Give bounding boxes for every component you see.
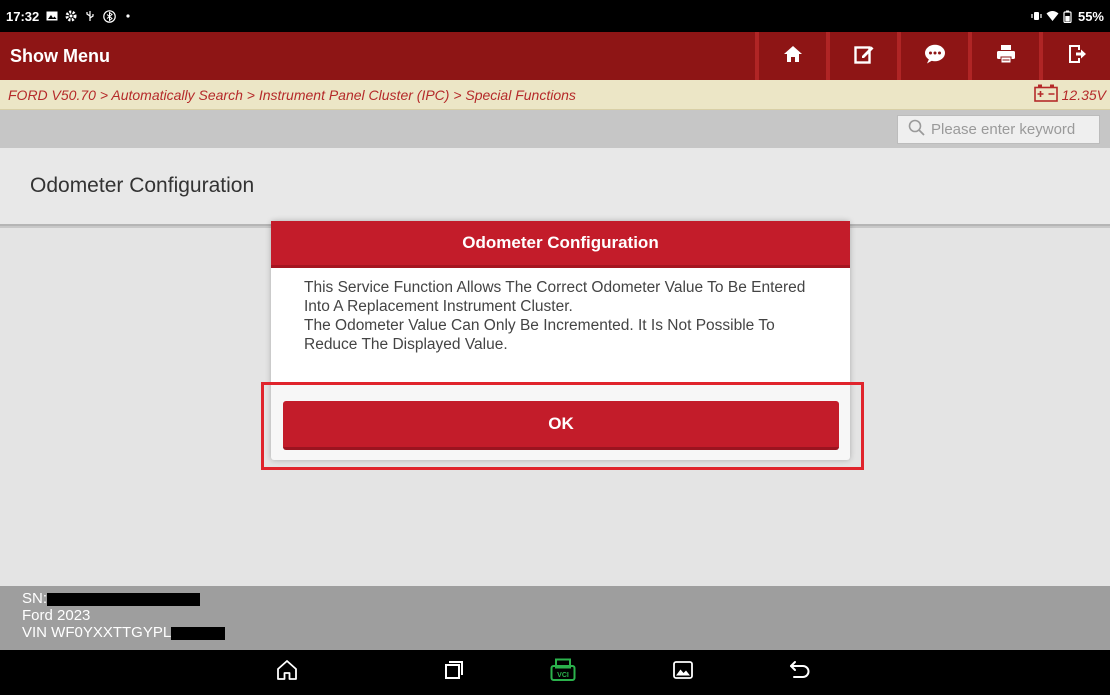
status-bar: 17:32 55%	[0, 0, 1110, 32]
dialog-title: Odometer Configuration	[271, 221, 850, 268]
chat-icon	[924, 44, 946, 69]
serial-number-label: SN:	[22, 590, 48, 607]
vin-row: VIN WF0YXXTTGYPL	[22, 624, 1110, 641]
vehicle-model: Ford 2023	[22, 607, 91, 624]
android-nav-bar: VCI	[0, 650, 1110, 695]
show-menu-title[interactable]: Show Menu	[0, 46, 110, 67]
search-input[interactable]: Please enter keyword	[897, 115, 1100, 144]
battery-icon	[1062, 10, 1074, 24]
bluetooth-icon	[103, 10, 117, 23]
print-icon	[996, 44, 1016, 69]
exit-icon	[1067, 44, 1087, 69]
toolbar	[755, 32, 1110, 80]
voltage-indicator: 12.35V	[1033, 84, 1110, 105]
ok-button[interactable]: OK	[283, 401, 839, 450]
exit-button[interactable]	[1039, 32, 1110, 80]
vibrate-icon	[1030, 10, 1042, 22]
search-icon	[908, 119, 925, 140]
search-bar: Please enter keyword	[0, 110, 1110, 148]
chat-button[interactable]	[897, 32, 968, 80]
vin-redaction	[171, 626, 226, 640]
dot-icon	[122, 10, 134, 22]
gallery-icon	[673, 660, 693, 684]
list-item-odometer-configuration[interactable]: Odometer Configuration	[0, 148, 1110, 226]
clock: 17:32	[6, 8, 40, 24]
usb-icon	[84, 10, 96, 22]
edit-button[interactable]	[826, 32, 897, 80]
vin-label: VIN WF0YXXTTGYPL	[22, 624, 172, 641]
back-icon	[789, 660, 811, 685]
breadcrumb-bar: FORD V50.70 > Automatically Search > Ins…	[0, 80, 1110, 110]
home-icon	[783, 45, 803, 68]
dialog-message-line-1: This Service Function Allows The Correct…	[304, 279, 806, 315]
app-header: Show Menu	[0, 32, 1110, 80]
image-icon	[46, 10, 58, 22]
serial-number-redaction	[47, 592, 201, 606]
nav-back-button[interactable]	[785, 658, 815, 686]
edit-icon	[853, 44, 874, 69]
wifi-icon	[1046, 10, 1059, 22]
nav-gallery-button[interactable]	[668, 658, 698, 686]
gear-icon	[65, 10, 77, 22]
list-item-label: Odometer Configuration	[30, 174, 255, 197]
dialog-message: This Service Function Allows The Correct…	[271, 268, 850, 382]
vehicle-info: SN: Ford 2023 VIN WF0YXXTTGYPL	[0, 586, 1110, 650]
print-button[interactable]	[968, 32, 1039, 80]
search-placeholder: Please enter keyword	[931, 121, 1076, 138]
breadcrumb: FORD V50.70 > Automatically Search > Ins…	[8, 86, 576, 103]
serial-number-row: SN:	[22, 590, 1110, 607]
nav-vci-button[interactable]: VCI	[548, 658, 578, 686]
battery-voltage-icon	[1033, 84, 1058, 105]
nav-recent-apps-button[interactable]	[439, 658, 469, 686]
voltage-value: 12.35V	[1061, 86, 1106, 103]
recent-apps-icon	[444, 660, 464, 685]
svg-text:VCI: VCI	[557, 672, 569, 679]
battery-percent: 55%	[1077, 8, 1104, 24]
home-button[interactable]	[755, 32, 826, 80]
vci-icon: VCI	[550, 658, 576, 687]
nav-home-button[interactable]	[272, 658, 302, 686]
home-icon	[276, 659, 298, 686]
dialog-message-line-2: The Odometer Value Can Only Be Increment…	[304, 317, 775, 353]
